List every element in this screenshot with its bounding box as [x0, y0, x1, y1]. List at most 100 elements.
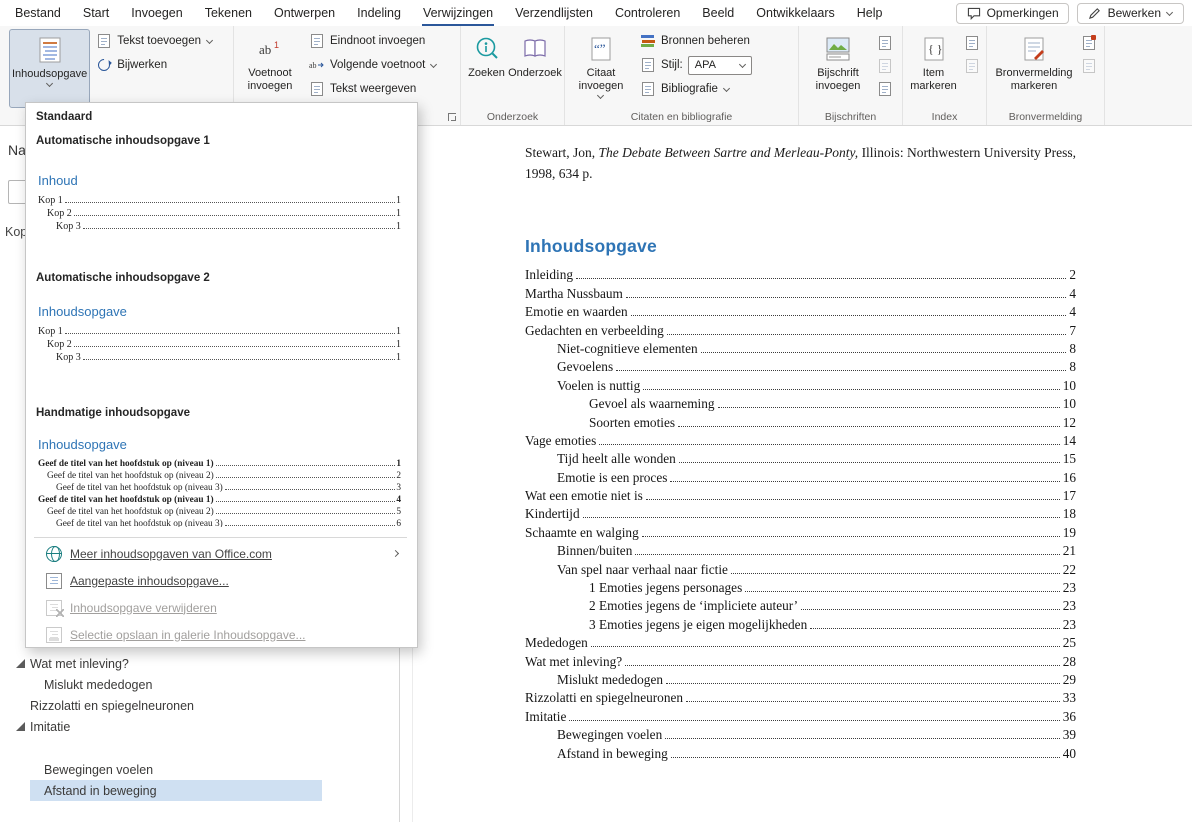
toc-entry[interactable]: Emotie en waarden 4 — [525, 302, 1076, 320]
ribbon-tab[interactable]: Help — [846, 0, 894, 26]
preview-entry-label: Kop 1 — [38, 326, 63, 337]
toc-entry[interactable]: Gedachten en verbeelding 7 — [525, 320, 1076, 338]
toc-entry-label: Voelen is nuttig — [557, 377, 641, 393]
footnote-ab1-icon: ab 1 — [258, 34, 282, 64]
nav-heading-item[interactable]: Mislukt mededogen — [16, 674, 322, 695]
ribbon-tab[interactable]: Invoegen — [120, 0, 193, 26]
dropdown-menu-item[interactable]: Aangepaste inhoudsopgave... — [34, 567, 407, 594]
update-table-of-figures-button[interactable] — [877, 58, 893, 74]
toc-entry[interactable]: Bewegingen voelen 39 — [525, 725, 1076, 743]
toc-entry[interactable]: Rizzolatti en spiegelneuronen 33 — [525, 688, 1076, 706]
svg-text:1: 1 — [274, 40, 279, 50]
ribbon-tab[interactable]: Bestand — [4, 0, 72, 26]
nav-heading-item[interactable]: Afstand in beweging — [30, 780, 322, 801]
nav-heading-item[interactable]: Bewegingen voelen — [16, 759, 322, 780]
toc-entry-page: 21 — [1062, 543, 1076, 559]
update-toc-button[interactable]: Bijwerken — [92, 54, 218, 76]
collapse-triangle-icon[interactable] — [16, 722, 25, 731]
nav-heading-item[interactable]: Rizzolatti en spiegelneuronen — [16, 695, 322, 716]
toc-entry[interactable]: Martha Nussbaum 4 — [525, 283, 1076, 301]
toc-entry[interactable]: Vage emoties 14 — [525, 431, 1076, 449]
manage-sources-button[interactable]: Bronnen beheren — [636, 30, 756, 52]
toc-entry-label: Binnen/buiten — [557, 543, 633, 559]
insert-table-of-authorities-button[interactable] — [1081, 35, 1097, 51]
toc-entry[interactable]: Imitatie 36 — [525, 706, 1076, 724]
ribbon-tab[interactable]: Controleren — [604, 0, 691, 26]
ribbon-tab[interactable]: Ontwerpen — [263, 0, 346, 26]
toc-gallery-button[interactable]: Inhoudsopgave — [9, 29, 91, 108]
update-index-button[interactable] — [964, 58, 980, 74]
ribbon-tab[interactable]: Indeling — [346, 0, 412, 26]
ribbon-tab[interactable]: Tekenen — [194, 0, 263, 26]
leader-dots — [64, 202, 395, 203]
researcher-book-icon — [522, 34, 548, 64]
document-area[interactable]: Stewart, Jon, The Debate Between Sartre … — [401, 126, 1192, 822]
dropdown-menu-item[interactable]: Meer inhoudsopgaven van Office.com — [34, 540, 407, 567]
toc-entry[interactable]: 3 Emoties jegens je eigen mogelijkheden … — [525, 614, 1076, 632]
mark-entry-button[interactable]: { } Item markeren — [906, 29, 961, 108]
caption-image-icon — [825, 34, 851, 64]
ribbon-group-captions: Bijschrift invoegen Bijschriften — [799, 26, 903, 125]
toc-entry[interactable]: Van spel naar verhaal naar fictie 22 — [525, 559, 1076, 577]
nav-heading-item[interactable]: Wat met inleving? — [16, 653, 322, 674]
cross-reference-button[interactable] — [877, 81, 893, 97]
toc-entry[interactable]: Voelen is nuttig 10 — [525, 375, 1076, 393]
toc-entry[interactable]: Mislukt mededogen 29 — [525, 670, 1076, 688]
update-table-of-authorities-button[interactable] — [1081, 58, 1097, 74]
update-toc-label: Bijwerken — [117, 59, 168, 71]
insert-caption-button[interactable]: Bijschrift invoegen — [802, 29, 874, 108]
toc-entry[interactable]: Soorten emoties 12 — [525, 412, 1076, 430]
dropdown-menu-item[interactable]: Selectie opslaan in galerie Inhoudsopgav… — [34, 621, 407, 647]
show-notes-button[interactable]: Tekst weergeven — [305, 78, 442, 100]
gallery-item-title: Automatische inhoudsopgave 2 — [36, 272, 210, 284]
insert-citation-label: Citaat invoegen — [578, 67, 624, 92]
insert-footnote-button[interactable]: ab 1 Voetnoot invoegen — [237, 29, 303, 108]
citation-pre: Stewart, Jon, — [525, 145, 599, 160]
citation-paragraph: Stewart, Jon, The Debate Between Sartre … — [525, 142, 1081, 184]
toc-entry[interactable]: 2 Emoties jegens de ‘impliciete auteur’ … — [525, 596, 1076, 614]
toc-entry[interactable]: Tijd heelt alle wonden 15 — [525, 449, 1076, 467]
smart-lookup-button[interactable]: Zoeken — [464, 29, 509, 108]
toc-entry[interactable]: Wat een emotie niet is 17 — [525, 486, 1076, 504]
mark-citation-button[interactable]: Bronvermelding markeren — [990, 29, 1078, 108]
dropdown-menu-item[interactable]: Inhoudsopgave verwijderen — [34, 594, 407, 621]
preview-toc-entry: Geef de titel van het hoofdstuk op (nive… — [38, 469, 401, 481]
toc-entry[interactable]: 1 Emoties jegens personages 23 — [525, 578, 1076, 596]
toc-entry[interactable]: Schaamte en walging 19 — [525, 522, 1076, 540]
nav-heading-item[interactable]: Imitatie — [16, 716, 322, 737]
toc-entry[interactable]: Gevoel als waarneming 10 — [525, 394, 1076, 412]
toc-entry[interactable]: Kindertijd 18 — [525, 504, 1076, 522]
ribbon-tab[interactable]: Verwijzingen — [412, 0, 504, 26]
insert-endnote-button[interactable]: Eindnoot invoegen — [305, 30, 442, 52]
gallery-item-automatic-toc-1[interactable]: Automatische inhoudsopgave 1 Inhoud Kop … — [34, 135, 407, 232]
editing-mode-button[interactable]: Bewerken — [1076, 2, 1184, 24]
citation-style-select[interactable]: APA — [687, 55, 752, 75]
toc-entry[interactable]: Mededogen 25 — [525, 633, 1076, 651]
ribbon-tab[interactable]: Ontwikkelaars — [745, 0, 846, 26]
toc-entry[interactable]: Binnen/buiten 21 — [525, 541, 1076, 559]
toc-entry[interactable]: Gevoelens 8 — [525, 357, 1076, 375]
insert-citation-button[interactable]: “” Citaat invoegen — [568, 29, 634, 108]
toc-entry[interactable]: Afstand in beweging 40 — [525, 743, 1076, 761]
toc-entry[interactable]: Wat met inleving? 28 — [525, 651, 1076, 669]
insert-table-of-figures-button[interactable] — [877, 35, 893, 51]
toc-entry[interactable]: Emotie is een proces 16 — [525, 467, 1076, 485]
toc-entry[interactable]: Niet-cognitieve elementen 8 — [525, 339, 1076, 357]
footnotes-dialog-launcher-icon[interactable] — [448, 113, 456, 121]
next-footnote-button[interactable]: ab Volgende voetnoot — [305, 54, 442, 76]
ribbon-tab[interactable]: Beeld — [691, 0, 745, 26]
add-text-button[interactable]: Tekst toevoegen — [92, 30, 218, 52]
gallery-item-automatic-toc-2[interactable]: Automatische inhoudsopgave 2 Inhoudsopga… — [34, 272, 407, 363]
collapse-triangle-icon[interactable] — [16, 659, 25, 668]
researcher-button[interactable]: Onderzoek — [508, 29, 562, 108]
ribbon-tab[interactable]: Verzendlijsten — [504, 0, 604, 26]
insert-index-button[interactable] — [964, 35, 980, 51]
toc-entry-page: 18 — [1062, 506, 1076, 522]
bibliography-button[interactable]: Bibliografie — [636, 78, 756, 100]
toc-entry-label: Schaamte en walging — [525, 524, 639, 540]
toc-leader-dots — [582, 517, 1060, 519]
gallery-item-manual-toc[interactable]: Handmatige inhoudsopgave Inhoudsopgave G… — [34, 407, 407, 527]
toc-entry[interactable]: Inleiding 2 — [525, 265, 1076, 283]
comments-button[interactable]: Opmerkingen — [955, 2, 1069, 24]
ribbon-tab[interactable]: Start — [72, 0, 120, 26]
